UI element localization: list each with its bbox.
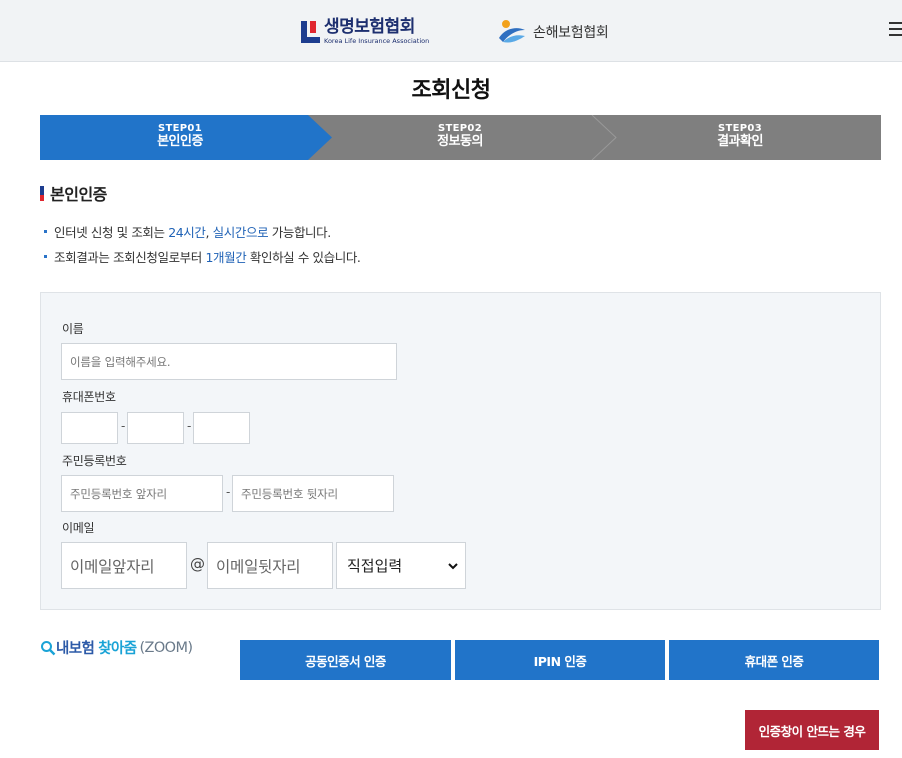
chevron-down-icon: [448, 562, 458, 569]
nonlife-insurance-logo-icon: [499, 20, 525, 43]
phone-auth-button[interactable]: 휴대폰 인증: [669, 640, 879, 680]
email-select-value: 직접입력: [347, 557, 403, 575]
zoom-text-1: 내보험: [56, 641, 95, 657]
email-at-sign: @: [190, 555, 205, 573]
life-insurance-association-logo[interactable]: 생명보험협회 Korea Life Insurance Association: [300, 17, 429, 47]
notice-item: 조회결과는 조회신청일로부터 1개월간 확인하실 수 있습니다.: [44, 249, 361, 274]
step-1-number: STEP01: [158, 123, 202, 134]
email-label: 이메일: [62, 521, 95, 535]
zoom-service-link[interactable]: 내보험 찾아줌 (ZOOM): [40, 637, 193, 658]
step-1-name: 본인인증: [157, 133, 203, 149]
notice-item: 인터넷 신청 및 조회는 24시간, 실시간으로 가능합니다.: [44, 224, 361, 249]
bullet-icon: [44, 230, 47, 233]
name-label: 이름: [62, 322, 84, 336]
email-local-input[interactable]: 이메일앞자리: [61, 542, 187, 589]
notice-list: 인터넷 신청 및 조회는 24시간, 실시간으로 가능합니다. 조회결과는 조회…: [44, 224, 361, 274]
certificate-auth-button[interactable]: 공동인증서 인증: [240, 640, 451, 680]
hamburger-menu-icon[interactable]: [889, 22, 902, 36]
step-indicator: STEP01 본인인증 STEP02 정보동의 STEP03 결과확인: [40, 115, 881, 160]
section-bar-icon: [40, 185, 44, 201]
life-logo-english: Korea Life Insurance Association: [324, 37, 430, 46]
phone-input-2[interactable]: [127, 412, 184, 444]
step-2: STEP02 정보동의: [360, 123, 560, 149]
life-insurance-logo-icon: [300, 19, 320, 45]
phone-label: 휴대폰번호: [62, 390, 116, 404]
life-logo-korean: 생명보험협회: [324, 17, 415, 38]
nonlife-insurance-association-logo[interactable]: 손해보험협회: [497, 17, 609, 47]
zoom-text-2: 찾아줌: [98, 641, 137, 657]
name-input[interactable]: 이름을 입력해주세요.: [61, 343, 397, 380]
step-2-name: 정보동의: [437, 133, 483, 149]
phone-separator: -: [187, 419, 192, 433]
step-1: STEP01 본인인증: [80, 123, 280, 149]
email-domain-input[interactable]: 이메일뒷자리: [207, 542, 333, 589]
rrn-separator: -: [226, 485, 231, 499]
step-3: STEP03 결과확인: [640, 123, 840, 149]
ipin-auth-button[interactable]: IPIN 인증: [455, 640, 665, 680]
auth-window-help-button[interactable]: 인증창이 안뜨는 경우: [745, 710, 879, 750]
phone-separator: -: [121, 419, 126, 433]
bullet-icon: [44, 255, 47, 258]
email-domain-select[interactable]: 직접입력: [336, 542, 466, 589]
rrn-front-input[interactable]: 주민등록번호 앞자리: [61, 475, 223, 512]
step-3-name: 결과확인: [717, 133, 763, 149]
page-title: 조회신청: [411, 78, 491, 103]
magnifier-icon: [41, 640, 56, 655]
step-3-number: STEP03: [718, 123, 762, 134]
section-heading: 본인인증: [40, 181, 107, 205]
rrn-back-input[interactable]: 주민등록번호 뒷자리: [232, 475, 394, 512]
phone-input-1[interactable]: [61, 412, 118, 444]
nonlife-logo-korean: 손해보험협회: [533, 25, 609, 41]
site-header: 생명보험협회 Korea Life Insurance Association …: [0, 0, 902, 62]
phone-input-3[interactable]: [193, 412, 250, 444]
identity-form: 이름 이름을 입력해주세요. 휴대폰번호 - - 주민등록번호 주민등록번호 앞…: [40, 292, 881, 610]
section-title: 본인인증: [50, 185, 107, 204]
rrn-label: 주민등록번호: [62, 454, 127, 468]
zoom-text-3: (ZOOM): [139, 639, 193, 656]
step-2-number: STEP02: [438, 123, 482, 134]
